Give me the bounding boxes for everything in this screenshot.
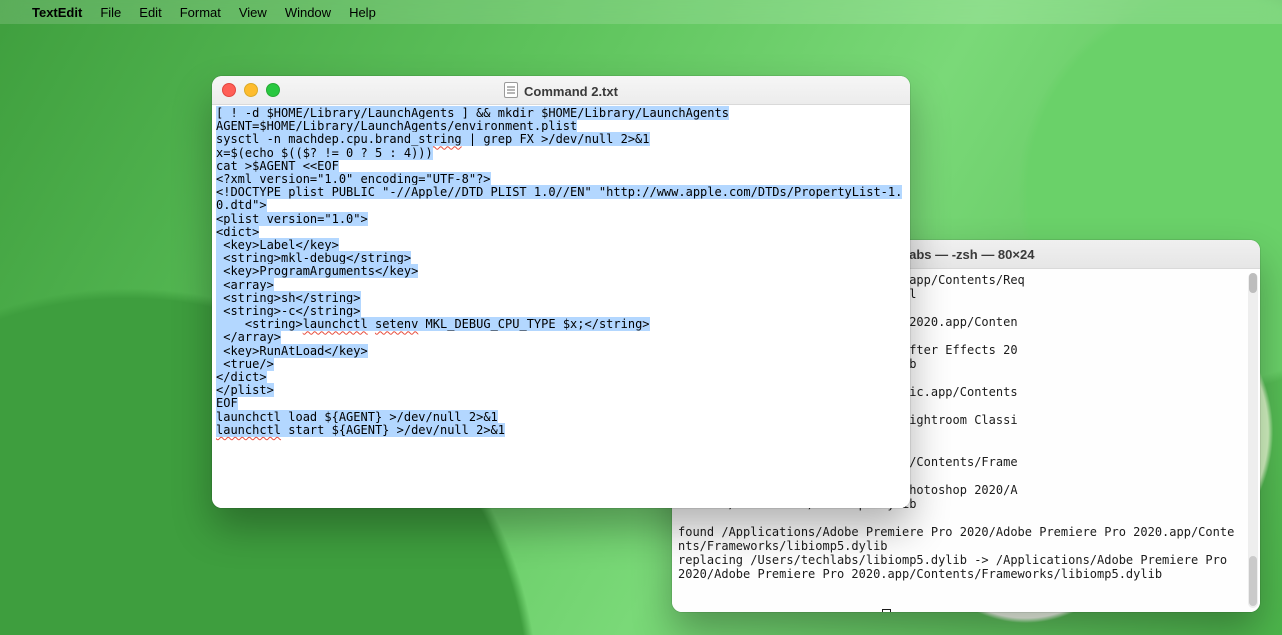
scrollbar-thumb-bottom[interactable] <box>1249 556 1257 606</box>
textedit-line[interactable]: <string>-c</string> <box>216 304 361 318</box>
textedit-line[interactable]: <dict> <box>216 225 259 239</box>
textedit-line[interactable]: <key>RunAtLoad</key> <box>216 344 368 358</box>
textedit-line[interactable]: <string>mkl-debug</string> <box>216 251 411 265</box>
textedit-line[interactable]: <true/> <box>216 357 274 371</box>
document-icon <box>504 82 518 98</box>
textedit-line[interactable]: </plist> <box>216 383 274 397</box>
textedit-line[interactable]: <key>ProgramArguments</key> <box>216 264 418 278</box>
terminal-cursor <box>882 609 891 612</box>
textedit-line[interactable]: <key>Label</key> <box>216 238 339 252</box>
textedit-window[interactable]: Command 2.txt [ ! -d $HOME/Library/Launc… <box>212 76 910 508</box>
menu-help[interactable]: Help <box>349 5 376 20</box>
textedit-line[interactable]: AGENT=$HOME/Library/LaunchAgents/environ… <box>216 119 577 133</box>
textedit-title: Command 2.txt <box>524 84 618 99</box>
terminal-scrollbar[interactable] <box>1248 273 1258 608</box>
menu-file[interactable]: File <box>100 5 121 20</box>
menu-window[interactable]: Window <box>285 5 331 20</box>
textedit-body[interactable]: [ ! -d $HOME/Library/LaunchAgents ] && m… <box>212 105 910 508</box>
textedit-line[interactable]: <plist version="1.0"> <box>216 212 368 226</box>
app-name[interactable]: TextEdit <box>32 5 82 20</box>
menu-edit[interactable]: Edit <box>139 5 161 20</box>
scrollbar-thumb-top[interactable] <box>1249 273 1257 293</box>
minimize-button[interactable] <box>244 83 258 97</box>
textedit-line[interactable]: <string>sh</string> <box>216 291 361 305</box>
textedit-line[interactable]: </array> <box>216 330 281 344</box>
textedit-line[interactable]: <array> <box>216 278 274 292</box>
textedit-line[interactable]: <?xml version="1.0" encoding="UTF-8"?> <box>216 172 491 186</box>
textedit-line[interactable]: <!DOCTYPE plist PUBLIC "-//Apple//DTD PL… <box>216 185 902 212</box>
textedit-line[interactable]: launchctl load ${AGENT} >/dev/null 2>&1 <box>216 410 498 424</box>
textedit-line[interactable]: x=$(echo $(($? != 0 ? 5 : 4))) <box>216 146 433 160</box>
textedit-line[interactable]: launchctl start ${AGENT} >/dev/null 2>&1 <box>216 423 505 437</box>
close-button[interactable] <box>222 83 236 97</box>
textedit-line[interactable]: [ ! -d $HOME/Library/LaunchAgents ] && m… <box>216 106 729 120</box>
menubar: TextEdit File Edit Format View Window He… <box>0 0 1282 24</box>
zoom-button[interactable] <box>266 83 280 97</box>
textedit-line[interactable]: EOF <box>216 396 238 410</box>
terminal-prompt-line[interactable]: techlabs@Techs-iMac-Pro ~ % <box>678 609 1254 612</box>
textedit-line[interactable]: <string>launchctl setenv MKL_DEBUG_CPU_T… <box>216 317 650 331</box>
menu-format[interactable]: Format <box>180 5 221 20</box>
textedit-line[interactable]: sysctl -n machdep.cpu.brand_string | gre… <box>216 132 650 146</box>
textedit-content[interactable]: [ ! -d $HOME/Library/LaunchAgents ] && m… <box>212 105 910 439</box>
menu-view[interactable]: View <box>239 5 267 20</box>
textedit-line[interactable]: </dict> <box>216 370 267 384</box>
textedit-titlebar[interactable]: Command 2.txt <box>212 76 910 105</box>
terminal-prompt: techlabs@Techs-iMac-Pro ~ % <box>678 611 880 612</box>
terminal-title: hlabs — -zsh — 80×24 <box>898 247 1035 262</box>
textedit-line[interactable]: cat >$AGENT <<EOF <box>216 159 339 173</box>
